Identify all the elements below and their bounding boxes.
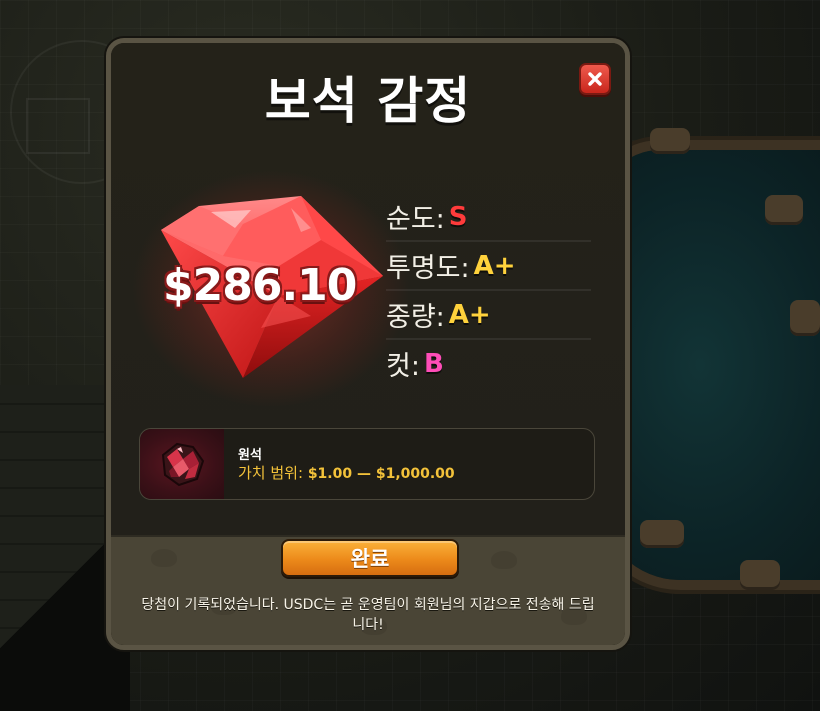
range-value: $1.00 — $1,000.00 bbox=[307, 466, 455, 482]
close-button[interactable] bbox=[579, 63, 611, 95]
attr-grade: S bbox=[448, 201, 468, 232]
gem-attributes: 순도: S 투명도: A+ 중량: A+ 컷: B bbox=[386, 193, 591, 387]
modal-footer: 완료 당첨이 기록되었습니다. USDC는 곧 운영팀이 회원님의 지갑으로 전… bbox=[111, 535, 625, 645]
attr-grade: A+ bbox=[448, 299, 491, 330]
rock bbox=[650, 128, 690, 154]
attr-cut: 컷: B bbox=[386, 340, 591, 387]
range-label: 가치 범위: bbox=[238, 464, 304, 482]
rock bbox=[740, 560, 780, 590]
notice-text: 당첨이 기록되었습니다. USDC는 곧 운영팀이 회원님의 지갑으로 전송해 … bbox=[141, 597, 595, 633]
item-name: 원석 bbox=[238, 448, 262, 463]
modal-title: 보석 감정 bbox=[264, 72, 472, 130]
attr-label: 순도: bbox=[386, 204, 445, 235]
attr-label: 투명도: bbox=[386, 253, 470, 284]
attr-purity: 순도: S bbox=[386, 193, 591, 242]
done-button[interactable]: 완료 bbox=[281, 539, 459, 577]
item-card: 원석 가치 범위: $1.00 — $1,000.00 bbox=[139, 428, 595, 500]
rock bbox=[790, 300, 820, 336]
rock bbox=[765, 195, 803, 225]
attr-label: 중량: bbox=[386, 302, 445, 333]
gem-appraisal-modal: 보석 감정 $286.10 순도: S 투명도: A+ 중량: A+ 컷: B … bbox=[106, 38, 630, 650]
rock bbox=[640, 520, 684, 548]
item-value-range: 가치 범위: $1.00 — $1,000.00 bbox=[238, 462, 455, 483]
raw-gem-icon bbox=[161, 442, 205, 487]
modal-content: 보석 감정 $286.10 순도: S 투명도: A+ 중량: A+ 컷: B … bbox=[111, 43, 625, 535]
attr-grade: A+ bbox=[473, 250, 516, 281]
attr-grade: B bbox=[423, 348, 444, 379]
floor-frame bbox=[26, 98, 90, 154]
gem-price: $286.10 bbox=[163, 260, 357, 311]
close-icon bbox=[588, 72, 602, 86]
paw-pattern bbox=[151, 549, 177, 567]
item-thumbnail bbox=[140, 429, 224, 499]
attr-label: 컷: bbox=[386, 351, 420, 382]
gem-display: $286.10 bbox=[131, 168, 411, 408]
paw-pattern bbox=[491, 551, 517, 569]
attr-weight: 중량: A+ bbox=[386, 291, 591, 340]
attr-clarity: 투명도: A+ bbox=[386, 242, 591, 291]
